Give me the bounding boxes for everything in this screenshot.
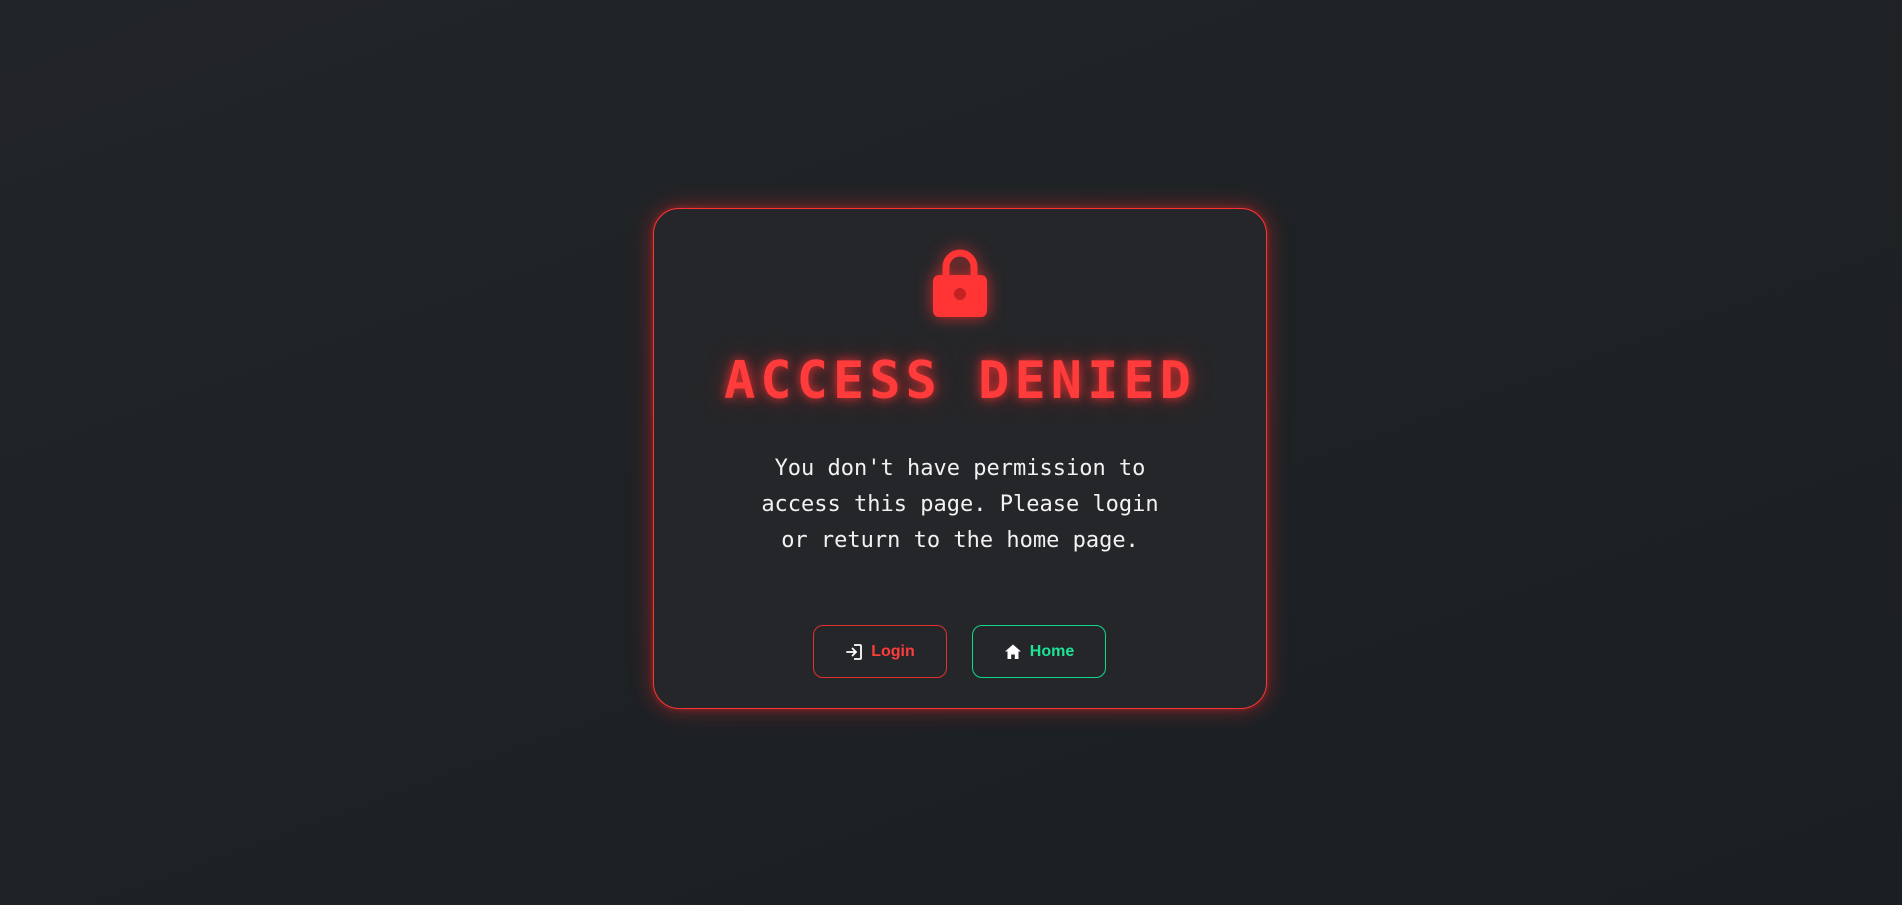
login-button[interactable]: Login [813,625,947,678]
lock-icon [932,245,988,319]
login-button-label: Login [871,642,915,660]
page-title: ACCESS DENIED [724,351,1196,411]
login-icon [845,643,863,661]
home-icon [1004,643,1022,661]
access-denied-card: ACCESS DENIED You don't have permission … [653,208,1267,709]
permission-message: You don't have permission to access this… [761,456,1159,553]
home-button[interactable]: Home [972,625,1106,678]
home-button-label: Home [1029,642,1075,660]
